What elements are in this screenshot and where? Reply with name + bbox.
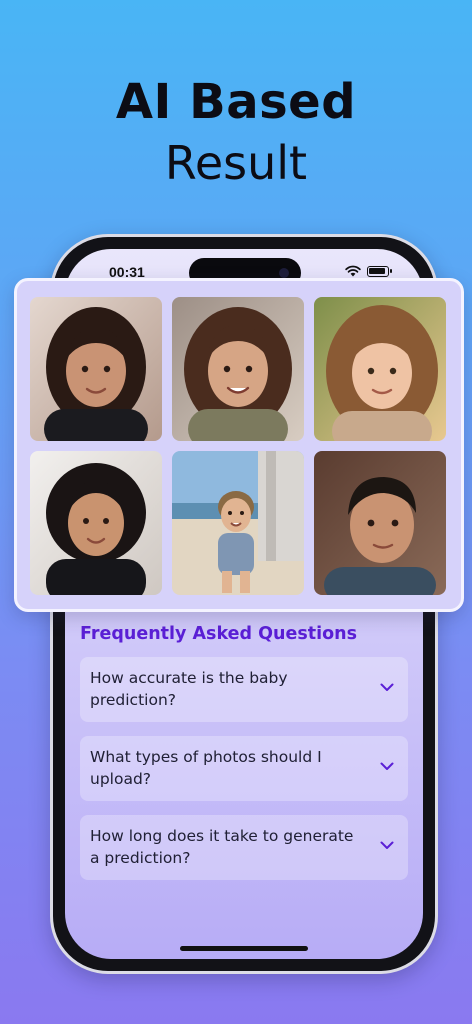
faq-item-generation-time[interactable]: How long does it take to generate a pred…	[80, 815, 408, 880]
faq-question: What types of photos should I upload?	[90, 748, 322, 788]
headline-line-1: AI Based	[115, 74, 357, 130]
result-photo-3[interactable]	[314, 297, 446, 441]
battery-icon	[367, 266, 392, 277]
faq-question: How long does it take to generate a pred…	[90, 827, 354, 867]
chevron-down-icon[interactable]	[380, 683, 394, 692]
camera-icon	[279, 268, 289, 278]
chevron-down-icon[interactable]	[380, 762, 394, 771]
home-indicator	[180, 946, 308, 951]
headline-line-2: Result	[164, 136, 308, 190]
faq-item-photo-types[interactable]: What types of photos should I upload?	[80, 736, 408, 801]
result-photo-4[interactable]	[30, 451, 162, 595]
wifi-icon	[345, 265, 361, 277]
headline: AI Based Result	[0, 72, 472, 192]
faq-title: Frequently Asked Questions	[80, 624, 358, 644]
result-photo-6[interactable]	[314, 451, 446, 595]
faq-question: How accurate is the baby prediction?	[90, 669, 288, 709]
result-photo-5[interactable]	[172, 451, 304, 595]
chevron-down-icon[interactable]	[380, 841, 394, 850]
faq-item-accuracy[interactable]: How accurate is the baby prediction?	[80, 657, 408, 722]
result-photo-1[interactable]	[30, 297, 162, 441]
results-photo-grid	[14, 278, 464, 612]
result-photo-2[interactable]	[172, 297, 304, 441]
